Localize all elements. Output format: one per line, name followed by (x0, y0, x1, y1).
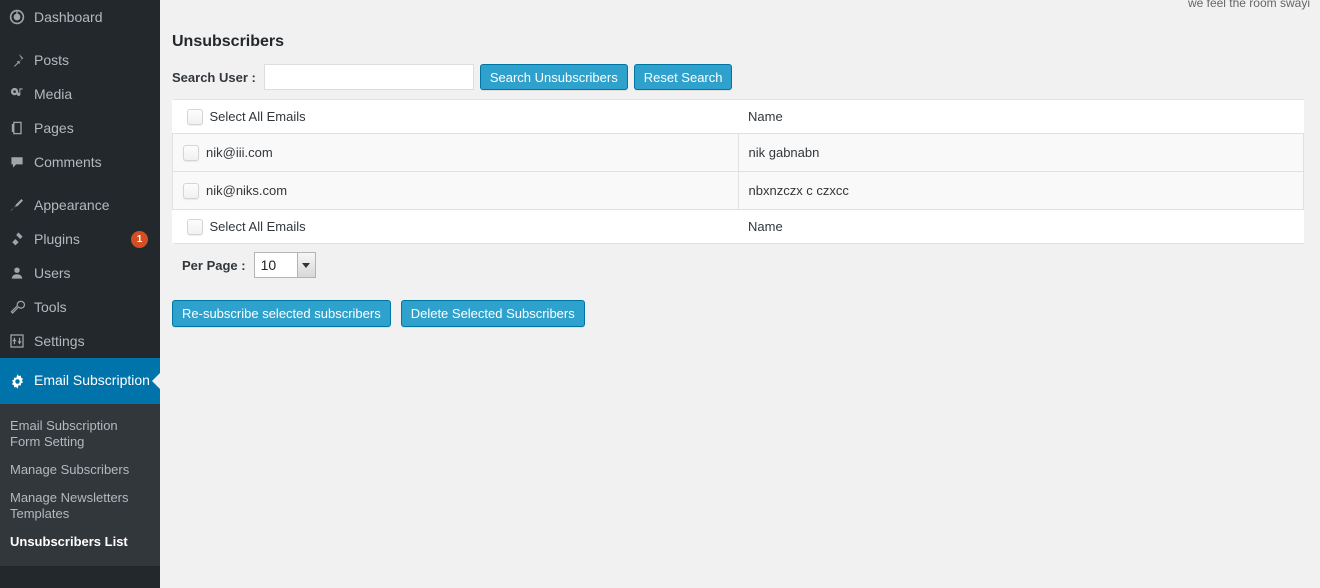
pin-icon (0, 52, 34, 68)
table-row: nik@iii.com nik gabnabn (172, 133, 1304, 172)
sidebar-separator (0, 34, 160, 43)
sidebar-item-pages[interactable]: Pages (0, 111, 160, 145)
sidebar-item-label: Posts (34, 51, 70, 68)
header-cell-select-all-bottom: Select All Emails (172, 209, 738, 244)
sidebar-item-comments[interactable]: Comments (0, 145, 160, 179)
name-column-label-bottom: Name (748, 219, 783, 235)
sidebar-separator (0, 179, 160, 188)
header-cell-name-bottom: Name (738, 209, 1304, 244)
media-icon (0, 86, 34, 102)
per-page-control: Per Page : 10203050100 (182, 252, 316, 278)
row-select-checkbox[interactable] (183, 144, 199, 161)
row-email-cell: nik@niks.com (172, 171, 739, 210)
wrench-icon (0, 299, 34, 315)
sidebar-item-plugins[interactable]: Plugins 1 (0, 222, 160, 256)
select-all-label-top: Select All Emails (209, 109, 306, 125)
header-cell-select-all-top: Select All Emails (172, 99, 738, 134)
row-select-checkbox[interactable] (183, 182, 199, 199)
gear-icon (0, 373, 34, 390)
brush-icon (0, 197, 34, 213)
row-name-cell: nik gabnabn (737, 133, 1304, 172)
main-content: we feel the room swayi Unsubscribers Sea… (160, 0, 1320, 588)
clipped-overflow-text: we feel the room swayi (1187, 0, 1310, 10)
sidebar-item-dashboard[interactable]: Dashboard (0, 0, 160, 34)
settings-icon (0, 333, 34, 349)
comment-icon (0, 154, 34, 170)
sidebar-item-label: Dashboard (34, 8, 103, 25)
row-email-text: nik@iii.com (206, 145, 273, 161)
resubscribe-selected-button[interactable]: Re-subscribe selected subscribers (172, 300, 391, 327)
submenu-item-manage-subscribers[interactable]: Manage Subscribers (0, 456, 160, 484)
sidebar-item-posts[interactable]: Posts (0, 43, 160, 77)
sidebar-item-label: Settings (34, 332, 85, 349)
per-page-select-shell: 10203050100 (253, 252, 316, 278)
table-row: nik@niks.com nbxnzczx c czxcc (172, 171, 1304, 210)
sidebar-submenu: Email Subscription Form Setting Manage S… (0, 404, 160, 566)
search-unsubscribers-button[interactable]: Search Unsubscribers (479, 64, 628, 90)
per-page-select[interactable]: 10203050100 (253, 252, 316, 278)
per-page-label: Per Page : (182, 257, 246, 273)
row-email-text: nik@niks.com (206, 183, 288, 199)
row-name-text: nik gabnabn (748, 145, 820, 161)
dashboard-icon (0, 9, 34, 25)
row-name-text: nbxnzczx c czxcc (748, 183, 849, 199)
header-cell-name-top: Name (738, 99, 1304, 134)
select-all-checkbox-top[interactable] (186, 108, 203, 125)
plugins-update-badge: 1 (131, 230, 148, 248)
sidebar-item-appearance[interactable]: Appearance (0, 188, 160, 222)
sidebar-item-label: Tools (34, 298, 67, 315)
sidebar-item-label: Media (34, 85, 73, 102)
reset-search-button[interactable]: Reset Search (633, 64, 733, 90)
sidebar-item-label: Email Subscription (34, 372, 150, 389)
submenu-item-form-setting[interactable]: Email Subscription Form Setting (0, 412, 160, 456)
sidebar-item-users[interactable]: Users (0, 256, 160, 290)
admin-sidebar: Dashboard Posts Media Pages Comments App… (0, 0, 160, 588)
sidebar-item-label: Pages (34, 119, 74, 136)
search-bar: Search User : Search Unsubscribers Reset… (172, 64, 733, 90)
select-all-label-bottom: Select All Emails (209, 219, 306, 235)
pages-icon (0, 120, 34, 136)
sidebar-item-label: Appearance (34, 196, 110, 213)
unsubscribers-table: Select All Emails Name nik@iii.com nik g… (172, 99, 1304, 244)
search-user-label: Search User : (172, 69, 256, 85)
sidebar-item-tools[interactable]: Tools (0, 290, 160, 324)
row-name-cell: nbxnzczx c czxcc (737, 171, 1304, 210)
page-title: Unsubscribers (172, 32, 285, 50)
table-header-row-bottom: Select All Emails Name (172, 209, 1304, 244)
sidebar-item-settings[interactable]: Settings (0, 324, 160, 358)
row-email-cell: nik@iii.com (172, 133, 739, 172)
delete-selected-button[interactable]: Delete Selected Subscribers (400, 300, 585, 327)
admin-page: Dashboard Posts Media Pages Comments App… (0, 0, 1320, 588)
unsubscribers-table-wrapper: Select All Emails Name nik@iii.com nik g… (172, 99, 1304, 244)
sidebar-item-email-subscription[interactable]: Email Subscription (0, 358, 160, 404)
sidebar-item-label: Plugins (34, 230, 80, 247)
sidebar-item-label: Users (34, 264, 71, 281)
submenu-item-newsletter-templates[interactable]: Manage Newsletters Templates (0, 484, 160, 528)
user-icon (0, 265, 34, 281)
sidebar-item-label: Comments (34, 153, 102, 170)
submenu-item-unsubscribers-list[interactable]: Unsubscribers List (0, 528, 160, 556)
table-header-row-top: Select All Emails Name (172, 99, 1304, 134)
search-input[interactable] (263, 64, 474, 90)
plug-icon (0, 231, 34, 247)
name-column-label-top: Name (748, 109, 783, 125)
sidebar-item-media[interactable]: Media (0, 77, 160, 111)
select-all-checkbox-bottom[interactable] (186, 218, 203, 235)
bulk-actions: Re-subscribe selected subscribers Delete… (172, 300, 585, 327)
